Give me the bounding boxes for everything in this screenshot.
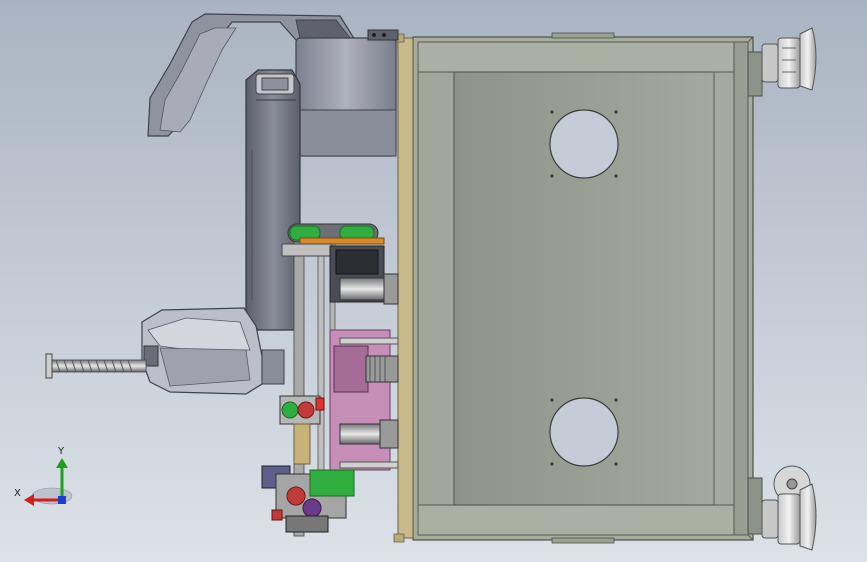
x-axis-arrow: [24, 494, 34, 506]
assembly-drawing: X Y: [14, 13, 817, 551]
bearing-unit-upper: [279, 395, 325, 465]
bearing-unit-lower: [261, 465, 355, 533]
frame-top-rail: [417, 41, 735, 73]
spindle-screw: [45, 353, 147, 379]
lift-block: [329, 329, 399, 471]
drive-motor: [329, 245, 399, 305]
leveling-foot-top: [747, 27, 817, 97]
bottom-bracket: [551, 537, 615, 544]
vent-hole-lower: [549, 397, 619, 467]
top-bracket: [551, 32, 615, 39]
leveling-foot-bottom: [747, 465, 817, 551]
frame-right-post: [733, 41, 749, 536]
machine-frame: [412, 32, 754, 544]
y-axis-arrow: [56, 458, 68, 468]
coordinate-triad: X Y: [14, 446, 73, 506]
y-axis-label: Y: [57, 446, 65, 457]
frame-bottom-rail: [417, 504, 735, 536]
x-axis-label: X: [14, 488, 21, 499]
robot-motor-housing: [295, 29, 399, 157]
z-axis-dot: [58, 496, 66, 504]
cad-viewport[interactable]: X Y: [0, 0, 867, 562]
side-panel-right-strip: [713, 71, 735, 506]
vent-hole-upper: [549, 109, 619, 179]
frame-left-post: [417, 71, 455, 506]
robot-vertical-arm: [245, 69, 301, 331]
